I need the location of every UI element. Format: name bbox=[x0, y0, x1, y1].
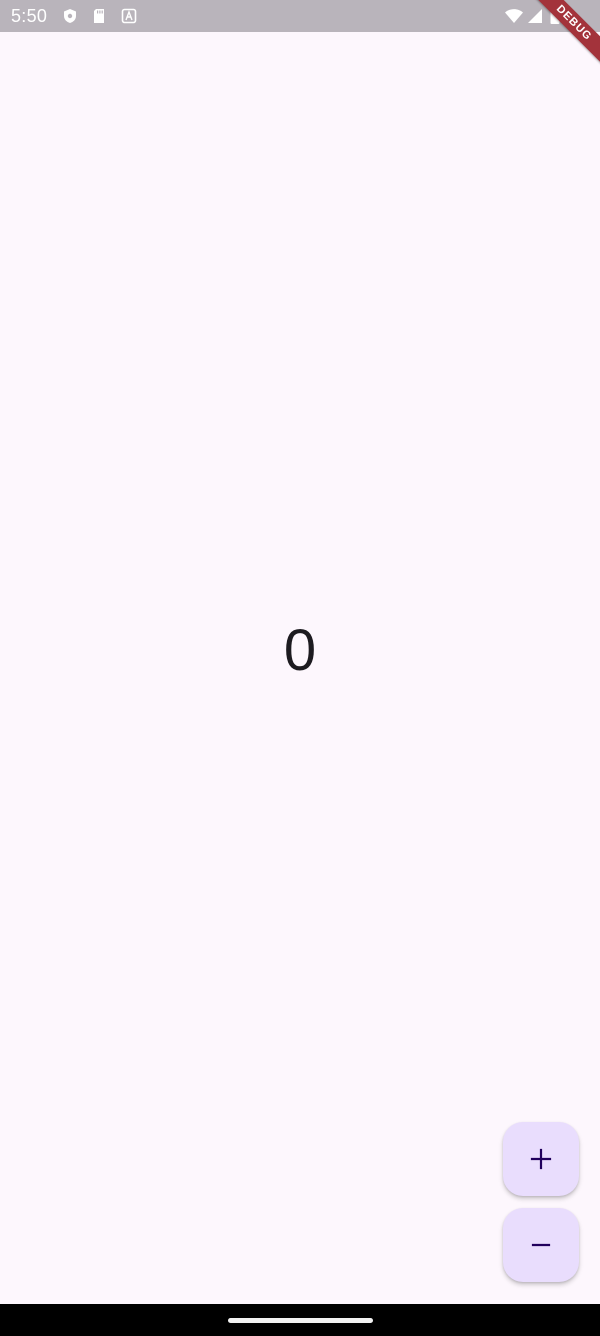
battery-icon bbox=[549, 6, 561, 26]
counter-value: 0 bbox=[283, 618, 317, 683]
status-bar: 5:50 bbox=[0, 0, 600, 32]
minus-icon bbox=[530, 1234, 552, 1256]
decrement-button[interactable] bbox=[503, 1208, 579, 1282]
increment-button[interactable] bbox=[503, 1122, 579, 1196]
shield-icon bbox=[62, 8, 78, 24]
wifi-icon bbox=[504, 6, 524, 26]
status-time: 5:50 bbox=[11, 6, 48, 26]
sd-card-icon bbox=[91, 8, 107, 24]
plus-icon bbox=[530, 1148, 552, 1170]
app-screen: 5:50 DEBUG 0 bbox=[0, 0, 600, 1336]
font-icon bbox=[121, 8, 137, 24]
home-indicator[interactable] bbox=[228, 1318, 373, 1323]
navigation-bar bbox=[0, 1304, 600, 1336]
cell-signal-icon bbox=[526, 6, 544, 26]
